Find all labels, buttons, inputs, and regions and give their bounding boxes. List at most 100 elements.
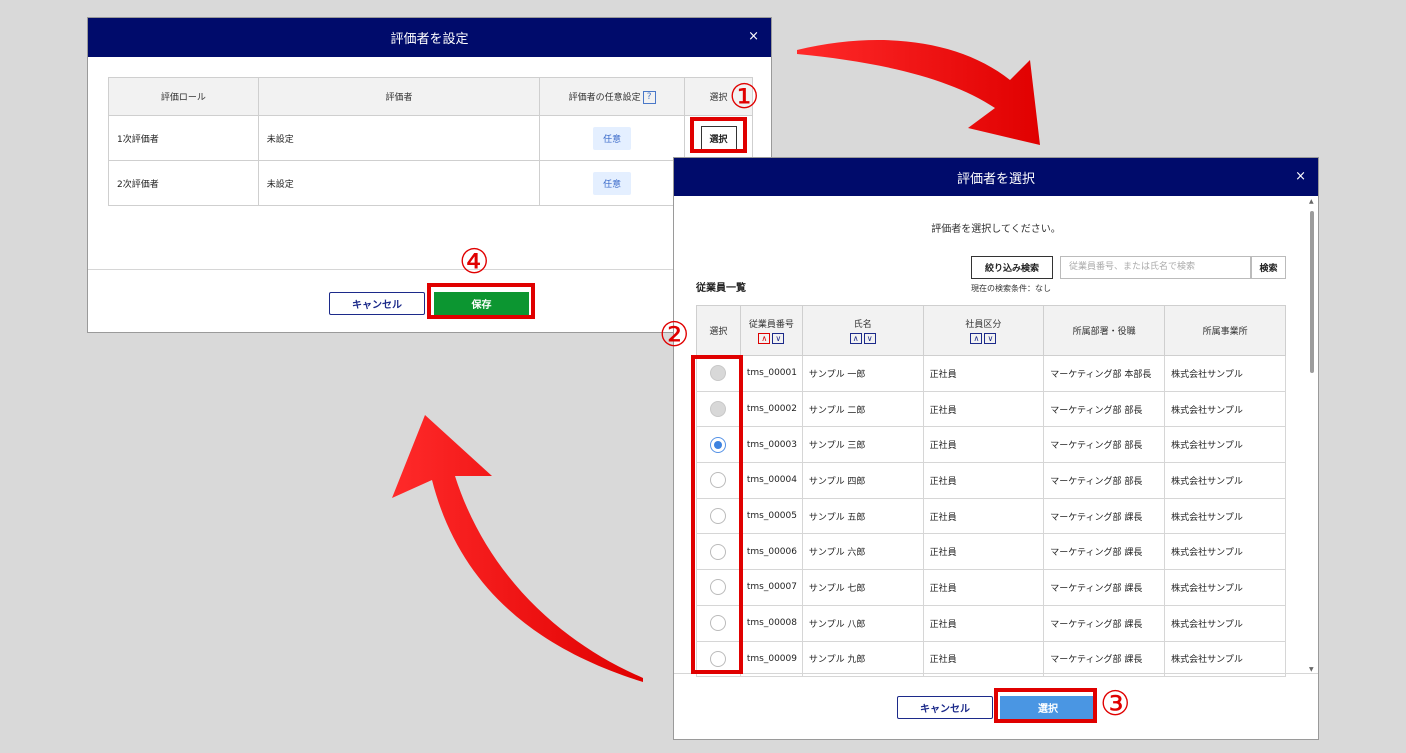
employee-table: 選択 従業員番号 ∧ ∨ 氏名 ∧ ∨ 社員区分 ∧ ∨ 所属部署・役職 所属事業所 tms… bbox=[696, 305, 1286, 678]
search-condition-text: 現在の検索条件：なし bbox=[971, 284, 1051, 293]
employee-type-cell: 正社員 bbox=[922, 604, 1045, 642]
column-header-evaluator: 評価者 bbox=[257, 77, 541, 116]
evaluator-cell: 未設定 bbox=[257, 160, 541, 206]
sort-asc-icon[interactable]: ∧ bbox=[758, 333, 771, 344]
table-row[interactable]: tms_00003 サンプル 三郎 正社員 マーケティング部 部長 株式会社サンプル bbox=[696, 426, 1286, 464]
employee-id-cell: tms_00003 bbox=[739, 426, 803, 464]
department-cell: マーケティング部 課長 bbox=[1043, 640, 1166, 678]
help-icon[interactable]: ? bbox=[642, 90, 656, 104]
table-row[interactable]: tms_00007 サンプル 七郎 正社員 マーケティング部 課長 株式会社サンプル bbox=[696, 569, 1286, 606]
instruction-text: 評価者を選択してください。 bbox=[931, 224, 1061, 235]
table-row[interactable]: tms_00004 サンプル 四郎 正社員 マーケティング部 部長 株式会社サンプル bbox=[696, 462, 1286, 499]
table-row: 2次評価者 未設定 任意 bbox=[108, 160, 753, 206]
highlight-step3 bbox=[994, 688, 1097, 723]
employee-type-cell: 正社員 bbox=[922, 497, 1045, 535]
optional-cell: 任意 bbox=[539, 160, 686, 206]
select-evaluator-dialog: 評価者を選択 × 評価者を選択してください。 従業員一覧 絞り込み検索 従業員番… bbox=[673, 157, 1319, 740]
office-cell: 株式会社サンプル bbox=[1164, 604, 1286, 642]
dialog-title: 評価者を選択 bbox=[956, 171, 1035, 187]
column-header-optional-label: 評価者の任意設定 bbox=[568, 92, 641, 103]
optional-badge[interactable]: 任意 bbox=[593, 171, 632, 195]
close-icon[interactable]: × bbox=[748, 18, 759, 56]
employee-list-title: 従業員一覧 bbox=[696, 283, 746, 294]
employee-type-cell: 正社員 bbox=[922, 640, 1045, 678]
sort-controls: ∧ ∨ bbox=[924, 333, 1044, 344]
employee-id-cell: tms_00005 bbox=[739, 497, 803, 535]
office-cell: 株式会社サンプル bbox=[1164, 355, 1286, 392]
sort-desc-icon[interactable]: ∨ bbox=[984, 333, 997, 344]
table-row[interactable]: tms_00006 サンプル 六郎 正社員 マーケティング部 課長 株式会社サンプル bbox=[696, 533, 1286, 571]
department-cell: マーケティング部 本部長 bbox=[1043, 355, 1166, 392]
optional-cell: 任意 bbox=[539, 115, 686, 161]
name-cell: サンプル 八郎 bbox=[801, 604, 924, 642]
department-cell: マーケティング部 課長 bbox=[1043, 533, 1166, 571]
sort-asc-icon[interactable]: ∧ bbox=[970, 333, 983, 344]
filter-search-button[interactable]: 絞り込み検索 bbox=[971, 256, 1053, 279]
column-header-optional: 評価者の任意設定? bbox=[539, 77, 686, 116]
column-header-office: 所属事業所 bbox=[1164, 305, 1286, 356]
arrow-to-select-dialog bbox=[797, 40, 1040, 145]
column-header-role: 評価ロール bbox=[108, 77, 259, 116]
column-header-employee-type-label: 社員区分 bbox=[965, 320, 1002, 330]
evaluator-role-table: 評価ロール 評価者 評価者の任意設定? 選択 1次評価者 未設定 任意 選択 2… bbox=[108, 77, 753, 206]
close-icon[interactable]: × bbox=[1295, 158, 1306, 196]
name-cell: サンプル 四郎 bbox=[801, 462, 924, 499]
cancel-button[interactable]: キャンセル bbox=[897, 696, 993, 719]
employee-type-cell: 正社員 bbox=[922, 533, 1045, 571]
table-row[interactable]: tms_00002 サンプル 二郎 正社員 マーケティング部 部長 株式会社サンプル bbox=[696, 390, 1286, 428]
cancel-button[interactable]: キャンセル bbox=[329, 292, 425, 315]
column-header-employee-type: 社員区分 ∧ ∨ bbox=[922, 305, 1045, 356]
sort-desc-icon[interactable]: ∨ bbox=[863, 333, 876, 344]
office-cell: 株式会社サンプル bbox=[1164, 569, 1286, 606]
highlight-step4 bbox=[427, 283, 535, 319]
employee-table-body: tms_00001 サンプル 一郎 正社員 マーケティング部 本部長 株式会社サンプル t… bbox=[696, 355, 1286, 678]
sort-asc-icon[interactable]: ∧ bbox=[849, 333, 862, 344]
employee-id-cell: tms_00006 bbox=[739, 533, 803, 571]
name-cell: サンプル 三郎 bbox=[801, 426, 924, 464]
sort-desc-icon[interactable]: ∨ bbox=[772, 333, 785, 344]
employee-type-cell: 正社員 bbox=[922, 569, 1045, 606]
step1-label: ① bbox=[729, 77, 760, 117]
office-cell: 株式会社サンプル bbox=[1164, 533, 1286, 571]
name-cell: サンプル 一郎 bbox=[801, 355, 924, 392]
highlight-step1 bbox=[690, 117, 747, 153]
role-cell: 1次評価者 bbox=[108, 115, 259, 161]
employee-id-cell: tms_00002 bbox=[739, 390, 803, 428]
name-cell: サンプル 六郎 bbox=[801, 533, 924, 571]
sort-controls: ∧ ∨ bbox=[803, 333, 923, 344]
office-cell: 株式会社サンプル bbox=[1164, 462, 1286, 499]
employee-id-cell: tms_00001 bbox=[739, 355, 803, 392]
department-cell: マーケティング部 部長 bbox=[1043, 462, 1166, 499]
table-row: 1次評価者 未設定 任意 選択 bbox=[108, 115, 753, 161]
dialog-header: 評価者を選択 × bbox=[674, 158, 1318, 196]
office-cell: 株式会社サンプル bbox=[1164, 426, 1286, 464]
department-cell: マーケティング部 課長 bbox=[1043, 497, 1166, 535]
name-cell: サンプル 七郎 bbox=[801, 569, 924, 606]
scrollbar[interactable]: ▲ ▼ bbox=[1307, 198, 1317, 673]
employee-type-cell: 正社員 bbox=[922, 390, 1045, 428]
column-header-name-label: 氏名 bbox=[853, 320, 872, 330]
employee-id-cell: tms_00008 bbox=[739, 604, 803, 642]
optional-badge[interactable]: 任意 bbox=[593, 126, 632, 150]
scroll-down-icon[interactable]: ▼ bbox=[1309, 666, 1314, 673]
employee-id-cell: tms_00004 bbox=[739, 462, 803, 499]
dialog-header: 評価者を設定 × bbox=[88, 18, 771, 57]
office-cell: 株式会社サンプル bbox=[1164, 390, 1286, 428]
office-cell: 株式会社サンプル bbox=[1164, 640, 1286, 678]
employee-type-cell: 正社員 bbox=[922, 355, 1045, 392]
dialog-title: 評価者を設定 bbox=[390, 32, 469, 47]
name-cell: サンプル 二郎 bbox=[801, 390, 924, 428]
column-header-employee-id: 従業員番号 ∧ ∨ bbox=[739, 305, 803, 356]
employee-type-cell: 正社員 bbox=[922, 462, 1045, 499]
table-row[interactable]: tms_00009 サンプル 九郎 正社員 マーケティング部 課長 株式会社サンプル bbox=[696, 640, 1286, 678]
scroll-up-icon[interactable]: ▲ bbox=[1309, 198, 1314, 205]
scroll-thumb[interactable] bbox=[1310, 211, 1314, 373]
table-row[interactable]: tms_00001 サンプル 一郎 正社員 マーケティング部 本部長 株式会社サンプル bbox=[696, 355, 1286, 392]
search-input[interactable]: 従業員番号、または氏名で検索 bbox=[1060, 256, 1251, 279]
department-cell: マーケティング部 課長 bbox=[1043, 569, 1166, 606]
table-row[interactable]: tms_00005 サンプル 五郎 正社員 マーケティング部 課長 株式会社サンプル bbox=[696, 497, 1286, 535]
name-cell: サンプル 五郎 bbox=[801, 497, 924, 535]
search-button[interactable]: 検索 bbox=[1251, 256, 1286, 279]
role-cell: 2次評価者 bbox=[108, 160, 259, 206]
table-row[interactable]: tms_00008 サンプル 八郎 正社員 マーケティング部 課長 株式会社サンプル bbox=[696, 604, 1286, 642]
